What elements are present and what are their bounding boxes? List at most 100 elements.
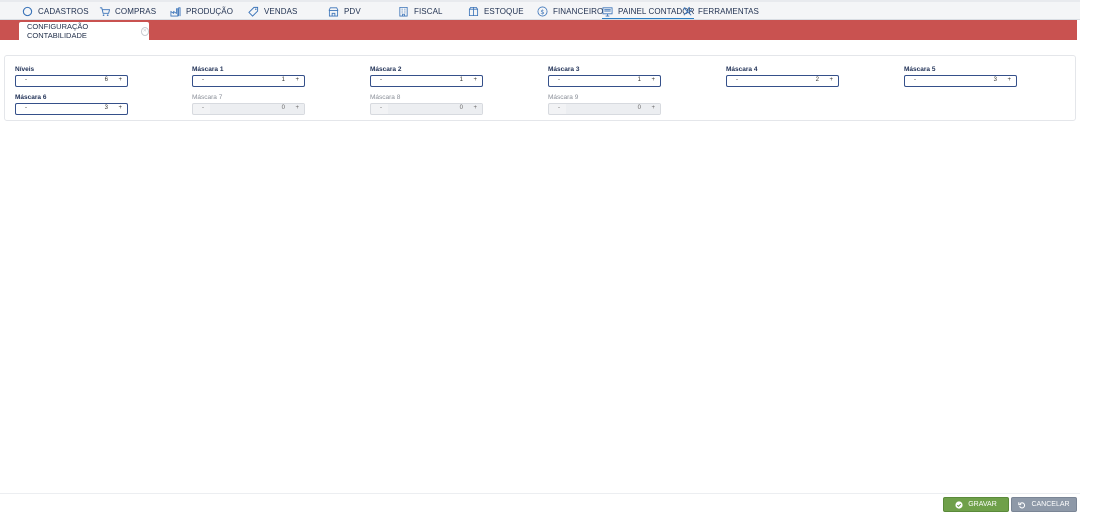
mascara-5-stepper[interactable]: - 3 +	[904, 75, 1017, 87]
field-label: Máscara 3	[548, 66, 580, 73]
nav-item-financeiro[interactable]: $ FINANCEIRO	[537, 4, 603, 18]
stepper-value: 0	[637, 105, 641, 111]
tab-bar	[0, 20, 1077, 40]
nav-item-producao[interactable]: PRODUÇÃO	[170, 4, 233, 18]
nav-label: ESTOQUE	[484, 6, 524, 16]
cancel-button[interactable]: CANCELAR	[1011, 497, 1077, 512]
field-mascara-8: Máscara 8 - 0 +	[370, 93, 483, 115]
stepper-value: 0	[281, 105, 285, 111]
top-navigation: CADASTROS COMPRAS PRODUÇÃO VENDAS PDV FI…	[0, 0, 1080, 20]
field-mascara-3: Máscara 3 - 1 +	[548, 65, 661, 87]
dollar-icon: $	[537, 6, 548, 16]
mascara-8-stepper: - 0 +	[370, 103, 483, 115]
field-label: Máscara 4	[726, 66, 758, 73]
building-icon	[399, 6, 408, 16]
tab-configuracao-contabilidade[interactable]: CONFIGURAÇÃO CONTABILIDADE ✕	[19, 22, 149, 40]
increment-button[interactable]: +	[473, 77, 477, 83]
top-strip	[0, 0, 1080, 2]
undo-icon	[1018, 501, 1026, 508]
svg-text:$: $	[540, 7, 544, 15]
nav-item-fiscal[interactable]: FISCAL	[398, 4, 443, 18]
nav-label: PDV	[344, 6, 361, 16]
nav-label: FERRAMENTAS	[698, 6, 759, 16]
save-button-label: GRAVAR	[968, 501, 997, 508]
nav-item-vendas[interactable]: VENDAS	[248, 4, 298, 18]
field-label: Máscara 5	[904, 66, 936, 73]
close-icon[interactable]: ✕	[140, 26, 149, 36]
mascara-2-stepper[interactable]: - 1 +	[370, 75, 483, 87]
cancel-button-label: CANCELAR	[1031, 501, 1070, 508]
check-circle-icon	[955, 500, 963, 509]
increment-button: +	[651, 105, 655, 111]
cart-icon	[99, 6, 110, 16]
increment-button[interactable]: +	[118, 77, 122, 83]
factory-icon	[170, 6, 181, 16]
increment-button: +	[473, 105, 477, 111]
store-icon	[328, 6, 339, 16]
nav-item-compras[interactable]: COMPRAS	[99, 4, 156, 18]
field-mascara-1: Máscara 1 - 1 +	[192, 65, 305, 87]
footer-divider	[0, 493, 1080, 494]
increment-button: +	[295, 105, 299, 111]
decrement-button[interactable]: -	[554, 77, 564, 83]
decrement-button: -	[380, 105, 382, 111]
stepper-value[interactable]: 1	[282, 77, 285, 83]
nav-label: CADASTROS	[38, 6, 89, 16]
mascara-4-stepper[interactable]: - 2 +	[726, 75, 839, 87]
monitor-icon	[602, 6, 613, 16]
mascara-7-stepper: - 0 +	[192, 103, 305, 115]
field-label: Máscara 1	[192, 66, 224, 73]
tag-icon	[248, 6, 259, 17]
decrement-button[interactable]: -	[21, 77, 31, 83]
circle-icon	[22, 6, 33, 16]
stepper-value[interactable]: 3	[994, 77, 997, 83]
nav-label: FINANCEIRO	[553, 6, 604, 16]
nav-label: VENDAS	[264, 6, 298, 16]
mascara-6-stepper[interactable]: - 3 +	[15, 103, 128, 115]
disabled-fill	[210, 104, 304, 114]
box-icon	[468, 6, 479, 16]
field-mascara-5: Máscara 5 - 3 +	[904, 65, 1017, 87]
decrement-button: -	[558, 105, 560, 111]
increment-button[interactable]: +	[1007, 77, 1011, 83]
increment-button[interactable]: +	[295, 77, 299, 83]
field-label: Máscara 9	[548, 94, 579, 101]
nav-item-estoque[interactable]: ESTOQUE	[468, 4, 524, 18]
save-button[interactable]: GRAVAR	[943, 497, 1009, 512]
nav-item-cadastros[interactable]: CADASTROS	[22, 4, 89, 18]
nav-item-pdv[interactable]: PDV	[328, 4, 361, 18]
stepper-value[interactable]: 1	[638, 77, 641, 83]
tab-label: CONFIGURAÇÃO CONTABILIDADE	[27, 22, 89, 40]
stepper-value[interactable]: 3	[105, 105, 108, 111]
stepper-value[interactable]: 1	[460, 77, 463, 83]
increment-button[interactable]: +	[118, 105, 122, 111]
field-niveis: Níveis - 6 +	[15, 65, 128, 87]
nav-item-ferramentas[interactable]: FERRAMENTAS	[682, 4, 759, 18]
field-mascara-7: Máscara 7 - 0 +	[192, 93, 305, 115]
mascara-1-stepper[interactable]: - 1 +	[192, 75, 305, 87]
mascara-3-stepper[interactable]: - 1 +	[548, 75, 661, 87]
decrement-button[interactable]: -	[376, 77, 386, 83]
field-mascara-6: Máscara 6 - 3 +	[15, 93, 128, 115]
increment-button[interactable]: +	[651, 77, 655, 83]
increment-button[interactable]: +	[829, 77, 833, 83]
decrement-button: -	[202, 105, 204, 111]
niveis-stepper[interactable]: - 6 +	[15, 75, 128, 87]
field-label: Máscara 2	[370, 66, 402, 73]
decrement-button[interactable]: -	[198, 77, 208, 83]
mascara-9-stepper: - 0 +	[548, 103, 661, 115]
stepper-value[interactable]: 2	[816, 77, 819, 83]
field-label: Máscara 7	[192, 94, 223, 101]
field-mascara-9: Máscara 9 - 0 +	[548, 93, 661, 115]
decrement-button[interactable]: -	[910, 77, 920, 83]
disabled-fill	[566, 104, 660, 114]
decrement-button[interactable]: -	[732, 77, 742, 83]
field-mascara-4: Máscara 4 - 2 +	[726, 65, 839, 87]
decrement-button[interactable]: -	[21, 105, 31, 111]
field-mascara-2: Máscara 2 - 1 +	[370, 65, 483, 87]
stepper-value[interactable]: 6	[105, 77, 108, 83]
tools-icon	[683, 6, 693, 15]
nav-item-painel-contador[interactable]: PAINEL CONTADOR	[602, 4, 695, 19]
stepper-value: 0	[459, 105, 463, 111]
field-label: Máscara 8	[370, 94, 401, 101]
